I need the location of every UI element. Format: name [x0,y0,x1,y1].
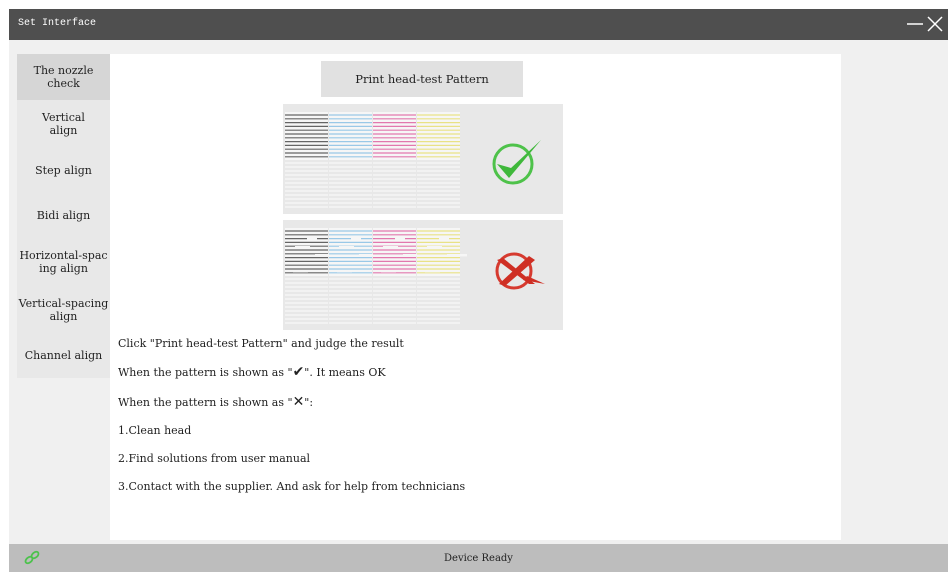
x-mark-icon: ✕ [292,394,305,410]
sidebar-item-label: Vertical-spacing align [18,297,109,323]
ink-channel-block [285,228,335,324]
x-mark-icon [495,252,545,290]
close-icon [927,16,943,32]
ink-channel-block [285,112,328,208]
sidebar-item-horizontal-spacing-align[interactable]: Horizontal-spacing align [17,242,110,282]
status-bar: Device Ready [9,544,948,572]
close-button[interactable] [924,13,946,35]
sidebar-item-step-align[interactable]: Step align [17,154,110,186]
ink-channel-block [329,112,372,208]
check-mark-icon: ✔ [292,364,305,380]
instruction-bad: When the pattern is shown as "✕": [118,394,314,410]
ink-channel-block [417,228,467,324]
sidebar: The nozzle check Vertical align Step ali… [17,54,110,378]
instruction-step-1: 1.Clean head [118,424,192,437]
sidebar-item-channel-align[interactable]: Channel align [17,340,110,370]
ink-channel-block [373,112,416,208]
ink-channel-block [329,228,379,324]
minimize-icon [907,23,923,25]
title-bar: Set Interface [9,9,948,40]
minimize-button[interactable] [904,13,926,35]
sidebar-item-vertical-spacing-align[interactable]: Vertical-spacing align [17,290,110,330]
ink-channel-block [417,112,460,208]
status-text: Device Ready [444,553,513,564]
nozzle-pattern-bad [285,228,545,324]
instruction-step-2: 2.Find solutions from user manual [118,452,311,465]
sidebar-item-bidi-align[interactable]: Bidi align [17,200,110,230]
sidebar-item-nozzle-check[interactable]: The nozzle check [17,54,110,100]
instruction-step-3: 3.Contact with the supplier. And ask for… [118,480,466,493]
sidebar-item-vertical-align[interactable]: Vertical align [17,104,110,144]
print-head-test-pattern-button[interactable]: Print head-test Pattern [321,61,523,97]
instruction-ok: When the pattern is shown as "✔". It mea… [118,364,386,380]
pattern-ok-example [283,104,563,214]
sidebar-item-label: The nozzle check [33,64,94,90]
sidebar-item-label: Vertical align [42,111,85,137]
sidebar-item-label: Horizontal-spacing align [19,249,108,275]
check-mark-icon [492,140,541,185]
nozzle-pattern-good [285,112,541,208]
sidebar-item-label: Channel align [24,348,103,362]
sidebar-item-label: Step align [35,163,92,177]
window-title: Set Interface [18,18,97,29]
sidebar-item-label: Bidi align [36,208,91,222]
pattern-bad-example [283,220,563,330]
ink-channel-block [373,228,423,324]
instruction-intro: Click "Print head-test Pattern" and judg… [118,337,404,350]
